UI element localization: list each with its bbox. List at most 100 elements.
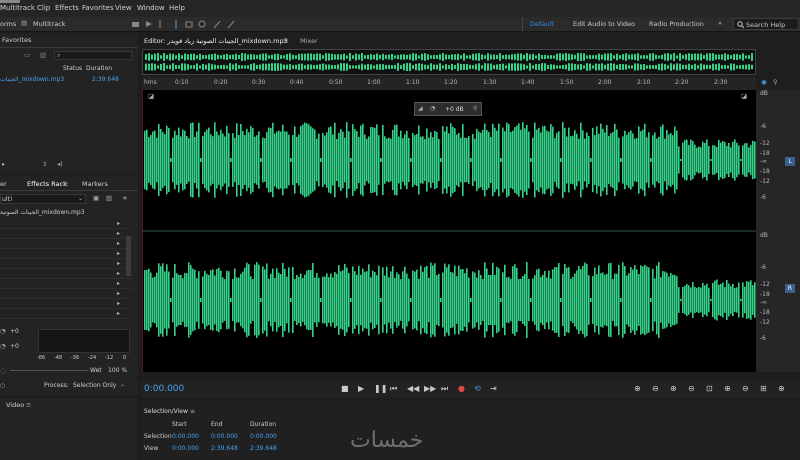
files-search-input[interactable]: ⌕: [54, 51, 132, 60]
menu-window[interactable]: Window: [137, 4, 165, 12]
selection-end[interactable]: 0:00.000: [211, 433, 238, 440]
workspace-radio-production[interactable]: Radio Production: [649, 20, 704, 28]
zoom-out-time-icon[interactable]: ⊖: [688, 384, 695, 393]
rewind-icon[interactable]: ◀◀: [407, 384, 419, 393]
overview-sample: [217, 54, 219, 60]
hud-pin-icon[interactable]: ⚲: [473, 105, 477, 112]
input-knob-icon[interactable]: ◔: [0, 327, 6, 335]
pause-icon[interactable]: ❚❚: [374, 384, 387, 393]
menu-view[interactable]: View: [115, 4, 132, 12]
menu-help[interactable]: Help: [169, 4, 185, 12]
skip-icon[interactable]: ⇥: [490, 384, 497, 393]
rack-scrollbar[interactable]: [126, 236, 131, 276]
go-to-start-icon[interactable]: ⏮: [390, 384, 397, 394]
multitrack-button[interactable]: Multitrack: [33, 20, 65, 28]
effect-slot-5[interactable]: ▸: [0, 259, 132, 269]
zoom-in-icon[interactable]: ⊕: [778, 384, 785, 393]
pin-icon[interactable]: ⚲: [773, 78, 778, 86]
fade-corner-icon[interactable]: ◪: [741, 92, 747, 100]
effect-slot-1[interactable]: ▸: [0, 219, 132, 229]
fast-forward-icon[interactable]: ▶▶: [424, 384, 436, 393]
effect-slot-7[interactable]: ▸: [0, 279, 132, 289]
overview-sample: [619, 55, 621, 59]
hud-knob-icon[interactable]: ◔: [430, 105, 435, 112]
process-dropdown[interactable]: Selection Only: [73, 382, 116, 389]
selection-view-menu-icon[interactable]: ≡: [190, 408, 195, 415]
record-icon[interactable]: ●: [458, 384, 465, 393]
workspace-edit-audio-to-video[interactable]: Edit Audio to Video: [573, 20, 635, 28]
tab-markers[interactable]: Markers: [82, 180, 108, 188]
play-icon[interactable]: ▶: [358, 384, 364, 393]
zoom-corner-icon[interactable]: ◪: [148, 92, 154, 100]
waveform-sample: [612, 279, 614, 321]
tab-menu-icon[interactable]: ≡: [63, 180, 68, 188]
channel-right-badge[interactable]: R: [785, 284, 795, 293]
loop-icon[interactable]: ⟲: [474, 384, 481, 393]
trash-icon[interactable]: ▥: [40, 51, 46, 59]
editor-tab-menu-icon[interactable]: ≡: [283, 37, 288, 45]
effect-slot-4[interactable]: ▸: [0, 249, 132, 259]
save-preset-icon[interactable]: ▣: [93, 194, 99, 202]
effect-slot-2[interactable]: ▸: [0, 229, 132, 239]
folder-icon[interactable]: ▭: [24, 51, 30, 59]
stop-icon[interactable]: ■: [341, 384, 349, 393]
effect-slot-6[interactable]: ▸: [0, 269, 132, 279]
favorites-tab[interactable]: Favorites: [2, 36, 31, 44]
hud-gain-control[interactable]: ◢ ◔ +0 dB ⚲: [414, 102, 482, 116]
waveform-sample: [738, 145, 740, 175]
col-duration[interactable]: Duration: [86, 65, 112, 72]
preset-dropdown[interactable]: ult) ⌄: [0, 194, 86, 204]
workspace-default[interactable]: Default: [530, 20, 554, 28]
editor-tab[interactable]: Editor: الجينات الصوتية زياد قويدر_mixdo…: [144, 37, 288, 45]
menu-effects[interactable]: Effects: [55, 4, 79, 12]
mixer-tab[interactable]: Mixer: [300, 37, 318, 45]
zoom-selection-icon[interactable]: ⊞: [760, 384, 767, 393]
video-tab[interactable]: Video: [6, 401, 24, 409]
waveform-sample: [366, 271, 368, 329]
overview-waveform[interactable]: [142, 49, 756, 75]
zoom-in-time-icon[interactable]: ⊕: [670, 384, 677, 393]
channel-left-badge[interactable]: L: [785, 157, 795, 166]
zoom-in-amplitude-icon[interactable]: ⊕: [634, 384, 641, 393]
ruler-tick: 1:10: [406, 79, 420, 86]
power-icon[interactable]: ⏻: [0, 382, 5, 391]
zoom-out-amplitude-icon[interactable]: ⊖: [652, 384, 659, 393]
video-tab-menu-icon[interactable]: ≡: [26, 401, 31, 409]
menu-favorites[interactable]: Favorites: [82, 4, 114, 12]
zoom-in-point-icon[interactable]: ⊕: [724, 384, 731, 393]
workspace-menu-icon[interactable]: »: [718, 19, 722, 27]
menu-multitrack[interactable]: Multitrack: [0, 4, 35, 12]
effect-slot-10[interactable]: ▸: [0, 309, 132, 319]
search-help-field[interactable]: Search Help: [733, 18, 799, 30]
effect-slot-9[interactable]: ▸: [0, 299, 132, 309]
file-item-name[interactable]: الجينات_mixdown.mp3: [0, 76, 64, 83]
selection-duration[interactable]: 0:00.000: [250, 433, 277, 440]
mix-slider-track[interactable]: [10, 370, 88, 371]
multitrack-icon[interactable]: ▤: [21, 19, 27, 27]
tab-mixer-partial[interactable]: er: [0, 180, 7, 188]
go-to-end-icon[interactable]: ⏭: [441, 384, 448, 394]
delete-preset-icon[interactable]: ▥: [106, 194, 112, 202]
output-knob-icon[interactable]: ◔: [0, 342, 6, 350]
hybrid-scroll-icon[interactable]: ◉: [761, 78, 767, 86]
tab-effects-rack[interactable]: Effects Rack: [27, 180, 67, 188]
process-chevron-icon[interactable]: ⌄: [120, 381, 125, 388]
view-start[interactable]: 0:00.000: [172, 445, 199, 452]
play-icon[interactable]: ▸: [2, 160, 5, 168]
favorite-star-icon[interactable]: ★: [122, 194, 128, 202]
menu-clip[interactable]: Clip: [37, 4, 50, 12]
effect-slot-8[interactable]: ▸: [0, 289, 132, 299]
zoom-out-full-icon[interactable]: ⊡: [706, 384, 713, 393]
col-status[interactable]: Status: [63, 65, 82, 72]
waveform-sample: [698, 146, 700, 174]
time-ruler[interactable]: hms 0:10 0:20 0:30 0:40 0:50 1:00 1:10 1…: [142, 77, 756, 90]
effect-slot-3[interactable]: ▸: [0, 239, 132, 249]
view-duration[interactable]: 2:39.648: [250, 445, 277, 452]
zoom-out-point-icon[interactable]: ⊖: [742, 384, 749, 393]
volume-icon[interactable]: ◂): [57, 160, 63, 168]
selection-start[interactable]: 0:00.000: [172, 433, 199, 440]
view-end[interactable]: 2:39.648: [211, 445, 238, 452]
waveform-mode-button[interactable]: orms: [0, 20, 16, 28]
export-icon[interactable]: ⇪: [42, 160, 47, 168]
waveform-display[interactable]: ◪ ◪: [141, 90, 756, 372]
